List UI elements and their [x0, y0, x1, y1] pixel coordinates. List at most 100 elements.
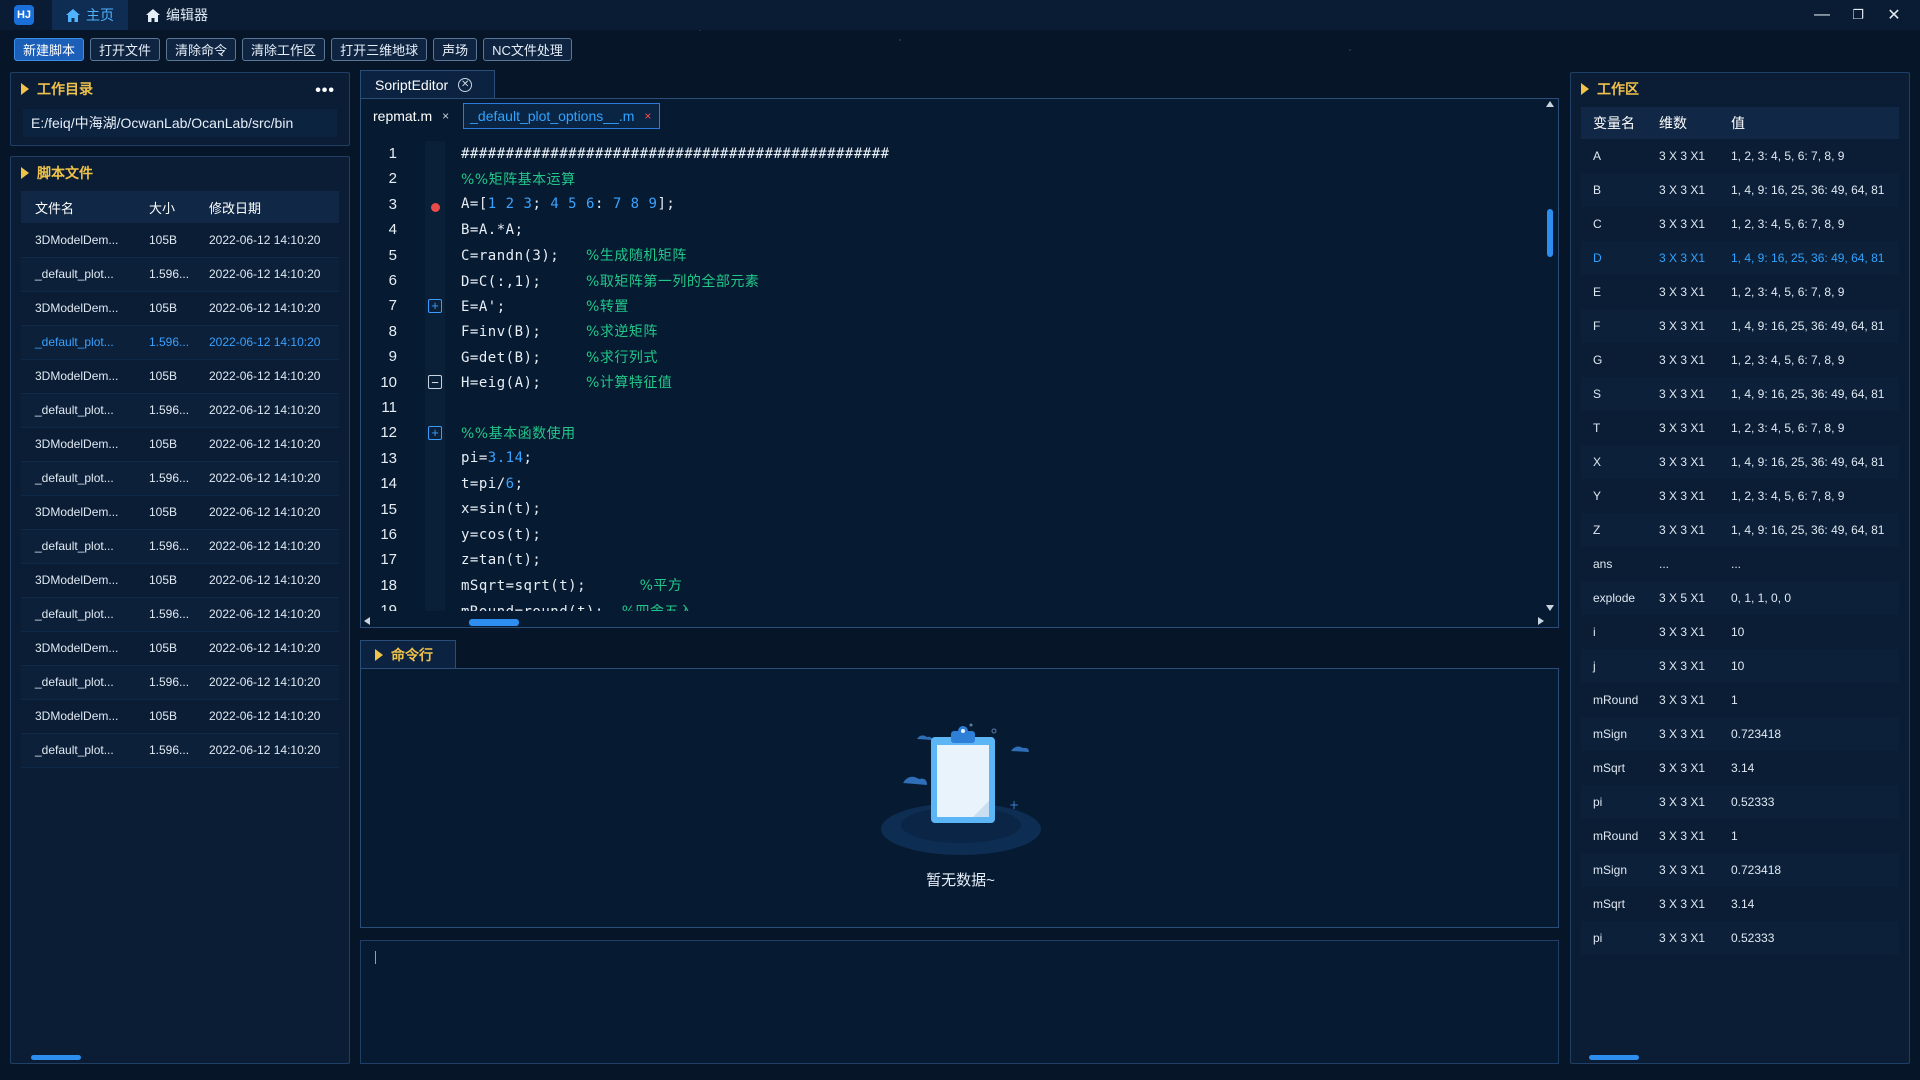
code-line[interactable]: 1 #######################################…: [361, 141, 1541, 166]
scroll-up-icon[interactable]: [1546, 101, 1554, 107]
tab-command-line[interactable]: 命令行: [360, 640, 456, 668]
fold-marker[interactable]: +: [425, 420, 445, 445]
minimize-button[interactable]: —: [1804, 0, 1840, 30]
table-row[interactable]: 3DModelDem... 105B 2022-06-12 14:10:20: [21, 699, 339, 733]
table-row[interactable]: X3 X 3 X1 1, 4, 9: 16, 25, 36: 49, 64, 81: [1581, 445, 1899, 479]
table-row[interactable]: 3DModelDem... 105B 2022-06-12 14:10:20: [21, 631, 339, 665]
code-line[interactable]: 15 x=sin(t);: [361, 497, 1541, 522]
scroll-down-icon[interactable]: [1546, 605, 1554, 611]
table-row[interactable]: explode 3 X 5 X1 0, 1, 1, 0, 0: [1581, 581, 1899, 615]
code-line[interactable]: 9 G=det(B); %求行列式: [361, 344, 1541, 369]
column-header-value[interactable]: 值: [1719, 107, 1899, 139]
scripts-scrollbar[interactable]: [31, 1055, 81, 1060]
workdir-path[interactable]: E:/feiq/中海湖/OcwanLab/OcanLab/src/bin: [23, 109, 337, 137]
code-line[interactable]: 5 C=randn(3); %生成随机矩阵: [361, 243, 1541, 268]
column-header-dimensions[interactable]: 维数: [1647, 107, 1719, 139]
table-row[interactable]: 3DModelDem... 105B 2022-06-12 14:10:20: [21, 359, 339, 393]
table-row[interactable]: E 3 X 3 X1 1, 2, 3: 4, 5, 6: 7, 8, 9: [1581, 275, 1899, 309]
table-row[interactable]: _default_plot... 1.596... 2022-06-12 14:10…: [21, 257, 339, 291]
table-row[interactable]: _default_plot... 1.596... 2022-06-12 14:10…: [21, 665, 339, 699]
table-row[interactable]: mRound 3 X 3 X1 1: [1581, 683, 1899, 717]
close-icon[interactable]: ×: [442, 109, 449, 123]
code-line[interactable]: 8 F=inv(B); %求逆矩阵: [361, 319, 1541, 344]
code-line[interactable]: 11: [361, 395, 1541, 420]
column-header-size[interactable]: 大小: [135, 191, 195, 223]
table-row[interactable]: mSign 3 X 3 X1 0.723418: [1581, 853, 1899, 887]
code-line[interactable]: 7 E=A'; %转置: [361, 293, 1541, 318]
editor-horizontal-scrollbar[interactable]: [469, 619, 519, 626]
column-header-date[interactable]: 修改日期: [195, 191, 339, 223]
table-row[interactable]: mRound 3 X 3 X1 1: [1581, 819, 1899, 853]
table-row[interactable]: j3 X 3 X1 10: [1581, 649, 1899, 683]
table-row[interactable]: T 3 X 3 X1 1, 2, 3: 4, 5, 6: 7, 8, 9: [1581, 411, 1899, 445]
fold-marker[interactable]: +: [425, 293, 445, 318]
breakpoint-marker[interactable]: [425, 195, 445, 220]
column-header-filename[interactable]: 文件名: [21, 191, 135, 223]
clear-command-button[interactable]: 清除命令: [166, 38, 237, 61]
table-row[interactable]: C 3 X 3 X1 1, 2, 3: 4, 5, 6: 7, 8, 9: [1581, 207, 1899, 241]
tab-script-editor[interactable]: SoriptEditor ✕: [360, 70, 495, 98]
tab-editor[interactable]: 编辑器: [132, 0, 222, 30]
code-line[interactable]: 3 A=[1 2 3; 4 5 6: 7 8 9];: [361, 192, 1541, 217]
table-row[interactable]: F3 X 3 X1 1, 4, 9: 16, 25, 36: 49, 64, 81: [1581, 309, 1899, 343]
table-row[interactable]: D3 X 3 X1 1, 4, 9: 16, 25, 36: 49, 64, 81: [1581, 241, 1899, 275]
code-line[interactable]: 19 mRound=round(t); %四舍五入: [361, 598, 1541, 611]
table-row[interactable]: _default_plot... 1.596... 2022-06-12 14:10…: [21, 529, 339, 563]
nc-file-button[interactable]: NC文件处理: [483, 38, 572, 61]
table-row[interactable]: Z3 X 3 X1 1, 4, 9: 16, 25, 36: 49, 64, 81: [1581, 513, 1899, 547]
fold-marker[interactable]: −: [425, 370, 445, 395]
code-line[interactable]: 12 %%基本函数使用: [361, 420, 1541, 445]
table-row[interactable]: _default_plot... 1.596... 2022-06-12 14:10…: [21, 461, 339, 495]
code-line[interactable]: 16 y=cos(t);: [361, 522, 1541, 547]
code-line[interactable]: 2 %%矩阵基本运算: [361, 166, 1541, 191]
table-row[interactable]: _default_plot... 1.596... 2022-06-12 14:10…: [21, 597, 339, 631]
close-button[interactable]: ✕: [1876, 0, 1912, 30]
code-editor[interactable]: 1 #######################################…: [361, 141, 1541, 611]
table-row[interactable]: _default_plot... 1.596... 2022-06-12 14:10…: [21, 393, 339, 427]
open-3d-globe-button[interactable]: 打开三维地球: [331, 38, 428, 61]
restore-button[interactable]: ❐: [1840, 0, 1876, 30]
sound-field-button[interactable]: 声场: [433, 38, 478, 61]
table-row[interactable]: _default_plot... 1.596... 2022-06-12 14:10…: [21, 325, 339, 359]
code-line[interactable]: 14 t=pi/6;: [361, 471, 1541, 496]
table-row[interactable]: pi 3 X 3 X1 0.52333: [1581, 921, 1899, 955]
close-icon[interactable]: ×: [644, 109, 651, 123]
table-row[interactable]: mSqrt 3 X 3 X1 3.14: [1581, 887, 1899, 921]
open-file-button[interactable]: 打开文件: [90, 38, 161, 61]
clear-workspace-button[interactable]: 清除工作区: [242, 38, 326, 61]
table-row[interactable]: Y 3 X 3 X1 1, 2, 3: 4, 5, 6: 7, 8, 9: [1581, 479, 1899, 513]
command-input[interactable]: [360, 940, 1559, 1064]
new-script-button[interactable]: 新建脚本: [14, 38, 85, 61]
code-line[interactable]: 4 B=A.*A;: [361, 217, 1541, 242]
table-row[interactable]: ans......: [1581, 547, 1899, 581]
workspace-scrollbar[interactable]: [1589, 1055, 1639, 1060]
code-line[interactable]: 13 pi=3.14;: [361, 446, 1541, 471]
scroll-right-icon[interactable]: [1538, 617, 1544, 625]
column-header-variable[interactable]: 变量名: [1581, 107, 1647, 139]
table-row[interactable]: 3DModelDem... 105B 2022-06-12 14:10:20: [21, 427, 339, 461]
table-row[interactable]: 3DModelDem... 105B 2022-06-12 14:10:20: [21, 223, 339, 257]
table-row[interactable]: mSqrt 3 X 3 X1 3.14: [1581, 751, 1899, 785]
table-row[interactable]: A 3 X 3 X1 1, 2, 3: 4, 5, 6: 7, 8, 9: [1581, 139, 1899, 173]
code-line[interactable]: 6 D=C(:,1); %取矩阵第一列的全部元素: [361, 268, 1541, 293]
table-row[interactable]: pi 3 X 3 X1 0.52333: [1581, 785, 1899, 819]
code-line[interactable]: 10 H=eig(A); %计算特征值: [361, 370, 1541, 395]
table-row[interactable]: G 3 X 3 X1 1, 2, 3: 4, 5, 6: 7, 8, 9: [1581, 343, 1899, 377]
more-icon[interactable]: •••: [315, 82, 335, 100]
table-row[interactable]: i 3 X 3 X1 10: [1581, 615, 1899, 649]
table-row[interactable]: B3 X 3 X1 1, 4, 9: 16, 25, 36: 49, 64, 81: [1581, 173, 1899, 207]
table-row[interactable]: 3DModelDem... 105B 2022-06-12 14:10:20: [21, 495, 339, 529]
table-row[interactable]: _default_plot... 1.596... 2022-06-12 14:10…: [21, 733, 339, 767]
table-row[interactable]: 3DModelDem... 105B 2022-06-12 14:10:20: [21, 291, 339, 325]
file-tab-default-plot-options[interactable]: _default_plot_options__.m ×: [463, 103, 661, 129]
table-row[interactable]: S3 X 3 X1 1, 4, 9: 16, 25, 36: 49, 64, 81: [1581, 377, 1899, 411]
file-tab-repmat[interactable]: repmat.m ×: [367, 103, 457, 129]
close-icon[interactable]: ✕: [458, 77, 473, 92]
table-row[interactable]: mSign 3 X 3 X1 0.723418: [1581, 717, 1899, 751]
tab-home[interactable]: 主页: [52, 0, 128, 30]
code-line[interactable]: 17 z=tan(t);: [361, 547, 1541, 572]
code-line[interactable]: 18 mSqrt=sqrt(t); %平方: [361, 573, 1541, 598]
table-row[interactable]: 3DModelDem... 105B 2022-06-12 14:10:20: [21, 563, 339, 597]
scroll-left-icon[interactable]: [364, 617, 370, 625]
editor-vertical-scrollbar[interactable]: [1547, 209, 1553, 257]
